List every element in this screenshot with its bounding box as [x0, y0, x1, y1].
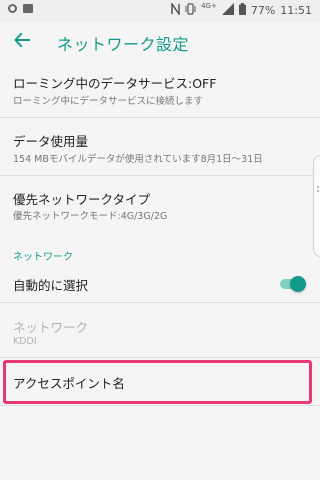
setting-data-usage[interactable]: データ使用量 154 MBモバイルデータが使用されています8月1日〜31日: [0, 118, 320, 175]
nfc-icon: [171, 1, 180, 18]
status-bar: 4G+ 77% 11:51: [0, 0, 320, 22]
auto-select-toggle[interactable]: [278, 276, 306, 292]
handle-dot: [317, 186, 319, 188]
photo-icon: [23, 4, 33, 13]
toggle-thumb: [290, 276, 306, 292]
clock: 11:51: [280, 4, 312, 17]
setting-preferred-network-type[interactable]: 優先ネットワークタイプ 優先ネットワークモード:4G/3G/2G: [0, 176, 320, 231]
sync-circle-icon: [8, 4, 17, 13]
handle-dot: [317, 190, 319, 192]
divider: [0, 405, 320, 406]
battery-percent: 77%: [250, 4, 276, 17]
section-header-network: ネットワーク: [13, 252, 73, 263]
divider: [0, 357, 320, 358]
setting-auto-select[interactable]: 自動的に選択: [0, 266, 320, 302]
setting-network: ネットワーク KDDI: [0, 303, 320, 357]
edge-sense-handle[interactable]: [313, 155, 320, 257]
network-type-label: 4G+: [201, 1, 217, 10]
access-point-highlight-box: [3, 360, 312, 404]
vibrate-icon: [185, 3, 196, 18]
data-usage-title: データ使用量: [13, 134, 89, 149]
data-usage-summary: 154 MBモバイルデータが使用されています8月1日〜31日: [13, 154, 263, 165]
back-button[interactable]: [6, 27, 38, 57]
roaming-summary: ローミング中にデータサービスに接続します: [13, 96, 204, 107]
preferred-network-summary: 優先ネットワークモード:4G/3G/2G: [13, 211, 168, 222]
page-title: ネットワーク設定: [57, 35, 190, 54]
battery-icon: [238, 3, 246, 18]
setting-roaming[interactable]: ローミング中のデータサービス:OFF ローミング中にデータサービスに接続します: [0, 62, 320, 117]
signal-icon: [221, 3, 234, 18]
network-title: ネットワーク: [13, 320, 89, 335]
back-arrow-icon: [13, 31, 31, 53]
roaming-title: ローミング中のデータサービス:OFF: [13, 76, 217, 91]
auto-select-title: 自動的に選択: [13, 278, 89, 293]
app-bar: ネットワーク設定: [0, 22, 320, 62]
preferred-network-title: 優先ネットワークタイプ: [13, 192, 151, 207]
network-summary: KDDI: [13, 336, 37, 347]
